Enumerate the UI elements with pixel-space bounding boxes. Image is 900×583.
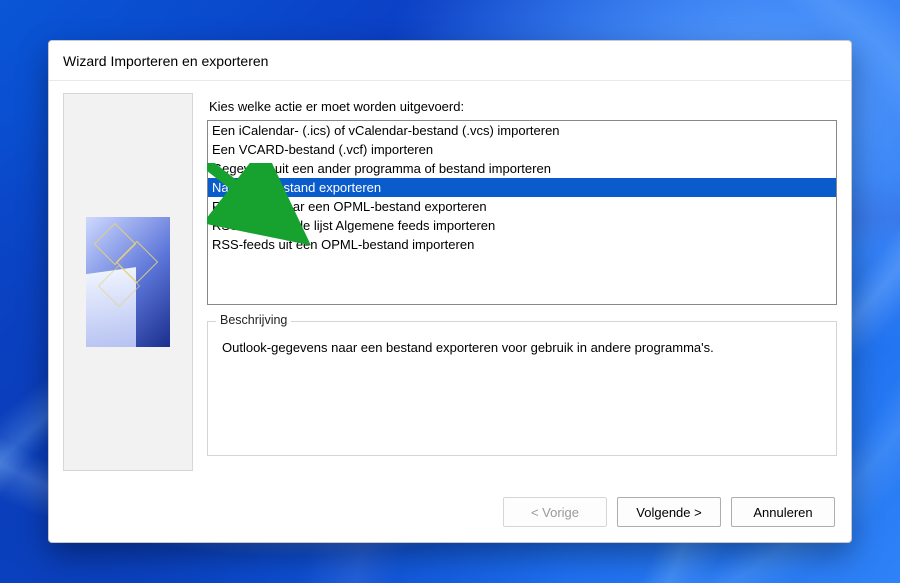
- action-listbox[interactable]: Een iCalendar- (.ics) of vCalendar-besta…: [207, 120, 837, 305]
- wizard-graphic: [86, 217, 170, 347]
- dialog-titlebar: Wizard Importeren en exporteren: [49, 41, 851, 81]
- back-button: < Vorige: [503, 497, 607, 527]
- action-list-item[interactable]: Naar een bestand exporteren: [208, 178, 836, 197]
- wizard-sidebar-graphic-frame: [63, 93, 193, 471]
- dialog-footer: < Vorige Volgende > Annuleren: [49, 482, 851, 542]
- description-legend: Beschrijving: [216, 313, 291, 327]
- instruction-label: Kies welke actie er moet worden uitgevoe…: [209, 99, 837, 114]
- action-list-item[interactable]: RSS-feeds uit een OPML-bestand importere…: [208, 235, 836, 254]
- description-text: Outlook-gegevens naar een bestand export…: [222, 340, 822, 355]
- action-list-item[interactable]: RSS-feeds naar een OPML-bestand exporter…: [208, 197, 836, 216]
- desktop-wallpaper: Wizard Importeren en exporteren Kies wel…: [0, 0, 900, 583]
- dialog-body: Kies welke actie er moet worden uitgevoe…: [49, 81, 851, 482]
- action-list-item[interactable]: Gegevens uit een ander programma of best…: [208, 159, 836, 178]
- next-button[interactable]: Volgende >: [617, 497, 721, 527]
- description-groupbox: Beschrijving Outlook-gegevens naar een b…: [207, 321, 837, 456]
- import-export-wizard-dialog: Wizard Importeren en exporteren Kies wel…: [48, 40, 852, 543]
- action-list-item[interactable]: Een VCARD-bestand (.vcf) importeren: [208, 140, 836, 159]
- cancel-button[interactable]: Annuleren: [731, 497, 835, 527]
- action-list-item[interactable]: Een iCalendar- (.ics) of vCalendar-besta…: [208, 121, 836, 140]
- action-list-item[interactable]: RSS-feeds uit de lijst Algemene feeds im…: [208, 216, 836, 235]
- dialog-title: Wizard Importeren en exporteren: [63, 53, 268, 69]
- wizard-main-panel: Kies welke actie er moet worden uitgevoe…: [207, 93, 837, 482]
